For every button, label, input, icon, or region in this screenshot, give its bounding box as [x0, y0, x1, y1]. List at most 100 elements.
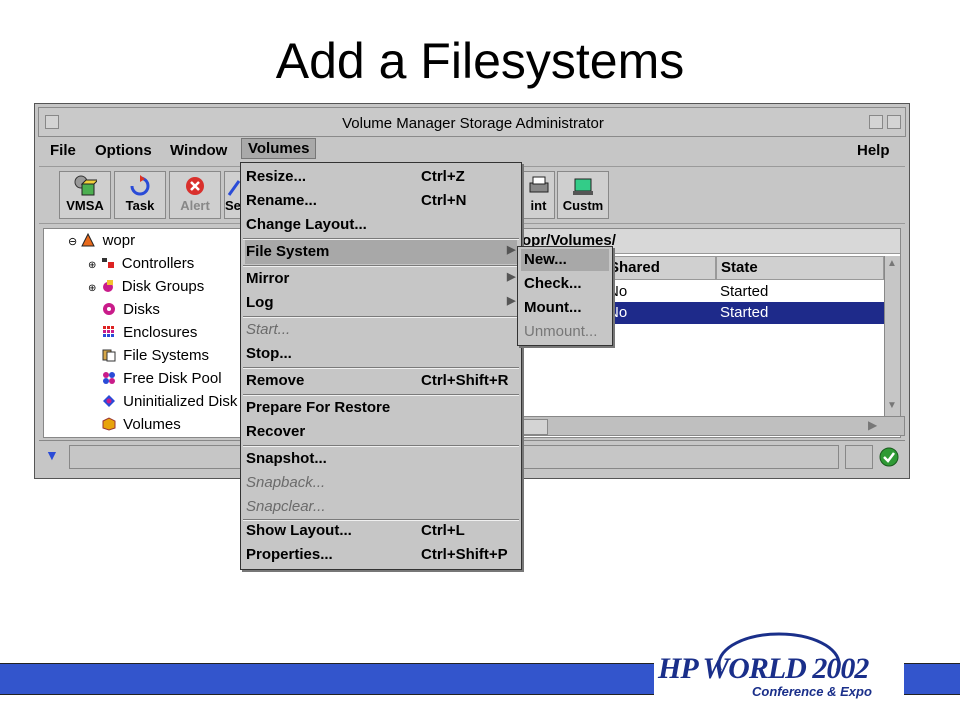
- menu-item-label: Show Layout...: [246, 522, 352, 539]
- object-tree: ⊖ wopr ⊕ Controllers ⊕ Disk Groups Disks: [43, 228, 243, 438]
- controller-icon: [101, 258, 114, 268]
- menu-item-stop[interactable]: Stop...: [245, 342, 517, 366]
- vmsa-button[interactable]: VMSA: [59, 171, 111, 219]
- tree-item-label: Volumes: [123, 416, 181, 433]
- menu-item-snapback: Snapback...: [245, 471, 517, 495]
- scroll-up-icon[interactable]: ▲: [887, 258, 897, 269]
- expand-icon[interactable]: ⊕: [88, 283, 96, 294]
- print-button[interactable]: int: [523, 171, 555, 219]
- menu-item-recover[interactable]: Recover: [245, 420, 517, 444]
- tree-item-disks[interactable]: Disks: [102, 301, 160, 318]
- disk-group-icon: [102, 280, 113, 292]
- tree-item-controllers[interactable]: ⊕ Controllers: [88, 255, 194, 272]
- menu-item-show-layout[interactable]: Show Layout... Ctrl+L: [245, 519, 517, 543]
- menu-item-label: Change Layout...: [246, 216, 367, 233]
- expand-icon[interactable]: ⊕: [88, 260, 96, 271]
- window-title: Volume Manager Storage Administrator: [342, 115, 604, 132]
- menu-item-resize[interactable]: Resize... Ctrl+Z: [245, 165, 517, 189]
- logo-sub-text: Conference & Expo: [752, 684, 872, 699]
- enclosure-icon: [103, 326, 114, 337]
- menu-bar: File Options Window Volumes Help: [39, 137, 905, 164]
- scroll-right-icon[interactable]: ▶: [868, 418, 877, 432]
- menu-item-label: Snapshot...: [246, 450, 327, 467]
- menu-item-start: Start...: [245, 318, 517, 342]
- menu-item-label: Snapback...: [246, 474, 326, 491]
- host-icon: [81, 233, 96, 247]
- task-label: Task: [125, 198, 155, 213]
- collapse-icon[interactable]: ⊖: [68, 236, 77, 248]
- menu-item-label: Log: [246, 294, 274, 311]
- column-header-state[interactable]: State: [716, 256, 884, 280]
- menu-item-label: Properties...: [246, 546, 333, 563]
- vmsa-icon: [74, 175, 97, 196]
- menu-item-shortcut: Ctrl+N: [421, 192, 467, 209]
- customize-button[interactable]: Custm: [557, 171, 609, 219]
- minimize-button[interactable]: [869, 115, 883, 129]
- submenu-arrow-icon: ▶: [507, 295, 516, 307]
- menu-item-remove[interactable]: Remove Ctrl+Shift+R: [245, 369, 517, 393]
- tree-item-label: Uninitialized Disk: [123, 393, 238, 410]
- tree-item-free-disk-pool[interactable]: Free Disk Pool: [102, 370, 222, 387]
- scroll-down-icon[interactable]: ▼: [887, 400, 897, 411]
- menu-help[interactable]: Help: [857, 142, 890, 159]
- submenu-item-label: Check...: [524, 275, 582, 292]
- menu-item-label: Mirror: [246, 270, 290, 287]
- alert-button[interactable]: Alert: [169, 171, 221, 219]
- menu-window[interactable]: Window: [170, 142, 227, 159]
- tree-item-file-systems[interactable]: File Systems: [102, 347, 209, 364]
- submenu-item-label: Unmount...: [524, 323, 598, 340]
- menu-item-label: Start...: [246, 321, 291, 338]
- menu-item-label: Prepare For Restore: [246, 399, 391, 416]
- menu-item-rename[interactable]: Rename... Ctrl+N: [245, 189, 517, 213]
- vertical-scrollbar[interactable]: ▲ ▼: [884, 256, 900, 416]
- task-icon: [130, 175, 150, 196]
- print-label: int: [530, 198, 547, 213]
- slide-title: Add a Filesystems: [275, 33, 685, 89]
- submenu-item-new[interactable]: New...: [521, 249, 609, 271]
- volumes-dropdown-menu: Resize... Ctrl+Z Rename... Ctrl+N Change L…: [240, 162, 522, 570]
- title-bar: Volume Manager Storage Administrator: [38, 107, 906, 137]
- submenu-item-label: Mount...: [524, 299, 582, 316]
- menu-volumes[interactable]: Volumes: [241, 138, 317, 159]
- check-status-icon[interactable]: [879, 447, 899, 467]
- cell-state: Started: [720, 283, 769, 300]
- maximize-button[interactable]: [887, 115, 901, 129]
- menu-options[interactable]: Options: [95, 142, 152, 159]
- status-menu-icon[interactable]: ▼: [45, 447, 59, 463]
- submenu-arrow-icon: ▶: [507, 244, 516, 256]
- tree-item-label: File Systems: [123, 347, 210, 364]
- menu-file[interactable]: File: [50, 142, 76, 159]
- tree-item-label: Controllers: [121, 255, 195, 272]
- tree-root[interactable]: ⊖ wopr: [68, 232, 135, 249]
- menu-item-label: File System: [246, 243, 330, 260]
- tree-item-disk-groups[interactable]: ⊕ Disk Groups: [88, 278, 204, 295]
- menu-item-snapshot[interactable]: Snapshot...: [245, 447, 517, 471]
- menu-item-label: Rename...: [246, 192, 317, 209]
- customize-icon: [573, 178, 593, 195]
- submenu-item-unmount: Unmount...: [521, 321, 609, 343]
- tree-item-uninitialized-disk[interactable]: Uninitialized Disk: [102, 393, 237, 410]
- tree-root-label: wopr: [102, 232, 136, 249]
- submenu-item-label: New...: [524, 251, 567, 268]
- menu-item-label: Snapclear...: [246, 498, 326, 515]
- submenu-item-check[interactable]: Check...: [521, 273, 609, 295]
- tree-item-volumes[interactable]: Volumes: [102, 416, 181, 433]
- task-button[interactable]: Task: [114, 171, 166, 219]
- menu-item-log[interactable]: Log ▶: [245, 291, 517, 315]
- alert-label: Alert: [180, 198, 210, 213]
- menu-item-shortcut: Ctrl+Shift+P: [421, 546, 508, 563]
- menu-item-change-layout[interactable]: Change Layout...: [245, 213, 517, 237]
- menu-item-properties[interactable]: Properties... Ctrl+Shift+P: [245, 543, 517, 567]
- free-disk-icon: [103, 372, 115, 384]
- file-system-icon: [102, 349, 116, 362]
- menu-item-prepare-for-restore[interactable]: Prepare For Restore: [245, 396, 517, 420]
- submenu-item-mount[interactable]: Mount...: [521, 297, 609, 319]
- tree-item-label: Disks: [123, 301, 160, 318]
- column-header-shared[interactable]: Shared: [604, 256, 716, 280]
- tree-item-label: Enclosures: [123, 324, 198, 341]
- tree-item-enclosures[interactable]: Enclosures: [102, 324, 197, 341]
- menu-item-shortcut: Ctrl+Shift+R: [421, 372, 509, 389]
- status-slot: [845, 445, 873, 469]
- menu-item-file-system[interactable]: File System ▶: [245, 240, 517, 264]
- menu-item-mirror[interactable]: Mirror ▶: [245, 267, 517, 291]
